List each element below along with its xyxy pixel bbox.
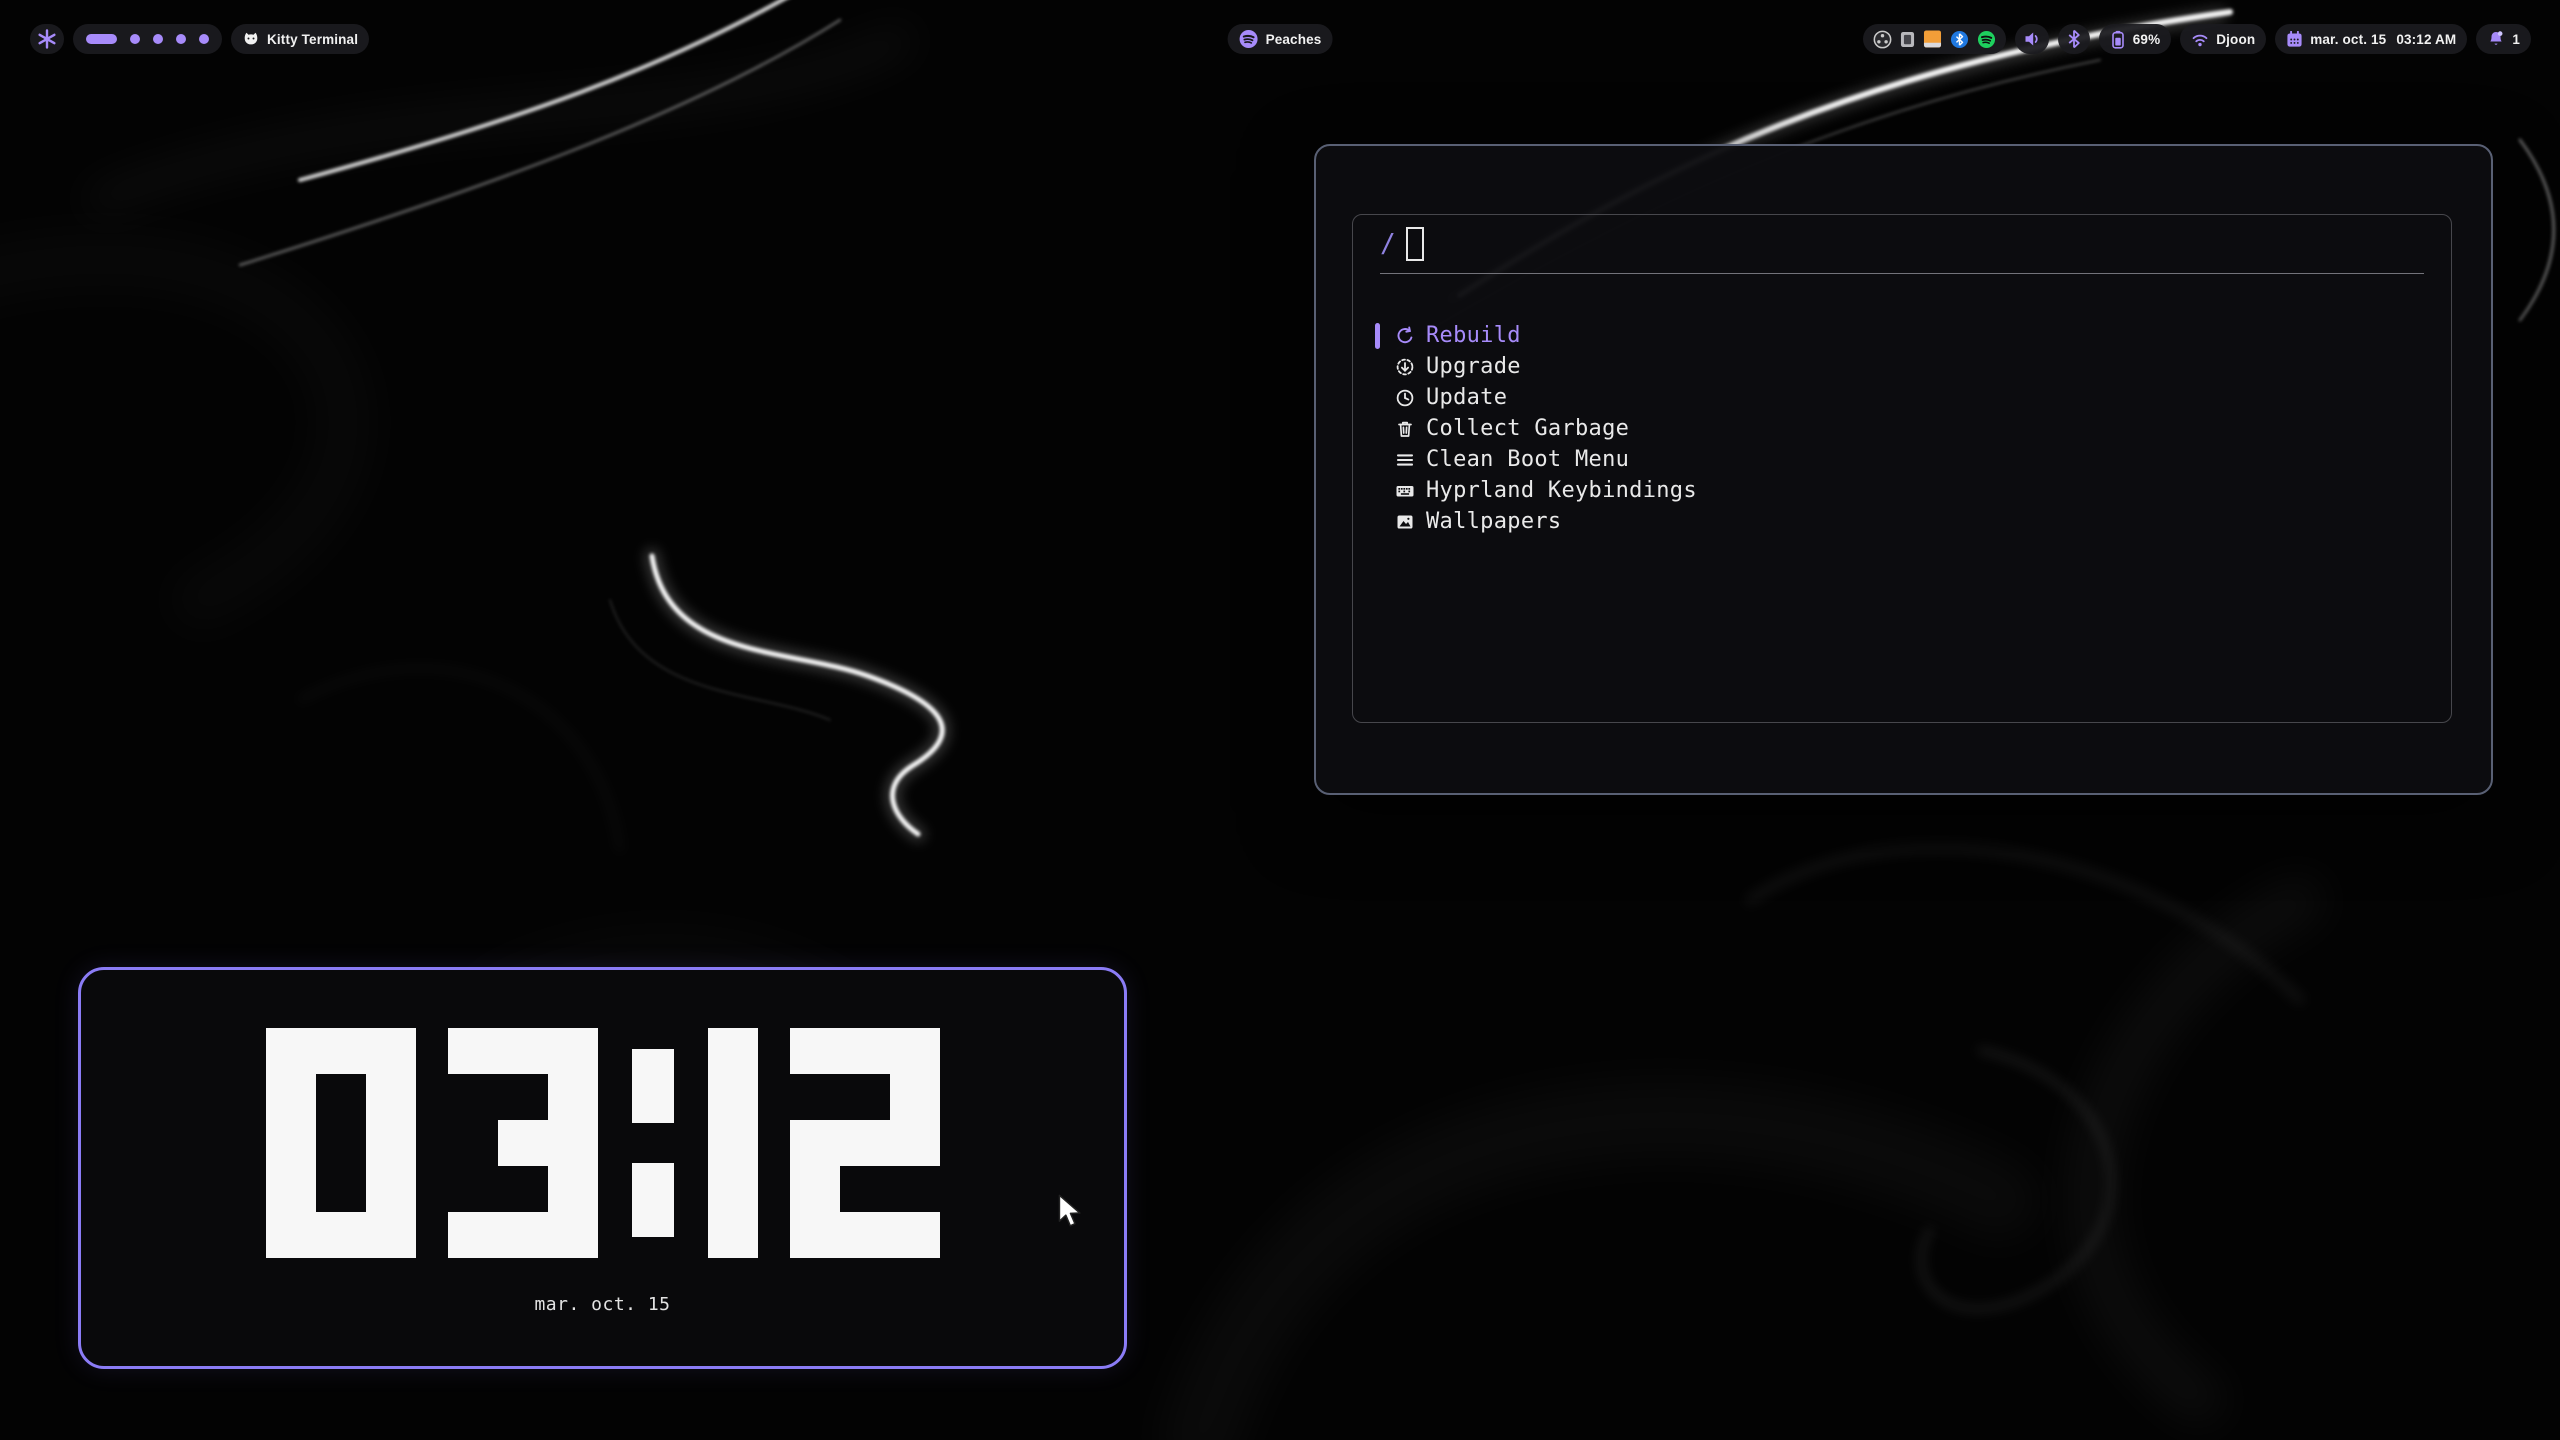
- workspaces[interactable]: [73, 24, 222, 54]
- vault-tray-icon[interactable]: [1900, 31, 1915, 48]
- text-cursor: [1406, 227, 1424, 261]
- battery-pill[interactable]: 69%: [2099, 24, 2171, 54]
- clock-widget: mar. oct. 15: [78, 967, 1127, 1369]
- speaker-icon: [2022, 29, 2042, 49]
- menu-item-collect-garbage[interactable]: Collect Garbage: [1375, 413, 2451, 444]
- media-title: Peaches: [1266, 32, 1322, 47]
- desktop: Kitty Terminal Peaches: [0, 0, 2560, 1440]
- workspace-dot[interactable]: [199, 34, 209, 44]
- rebuild-icon: [1395, 326, 1415, 346]
- volume-pill[interactable]: [2015, 24, 2049, 54]
- menu-item-upgrade[interactable]: Upgrade: [1375, 351, 2451, 382]
- search-separator: [1380, 273, 2424, 274]
- nix-snowflake-icon: [37, 29, 57, 49]
- menu-item-wallpapers[interactable]: Wallpapers: [1375, 506, 2451, 537]
- network-pill[interactable]: Djoon: [2180, 24, 2266, 54]
- reader-tray-icon[interactable]: [1923, 30, 1942, 48]
- search-prompt: /: [1380, 229, 1396, 259]
- battery-level: 69%: [2133, 32, 2160, 47]
- top-bar-right: 69% Djoon mar. oct. 15: [1863, 24, 2531, 54]
- spotify-tray-icon[interactable]: [1977, 30, 1996, 49]
- calendar-icon: [2286, 31, 2303, 48]
- system-tray: [1863, 24, 2006, 54]
- menu-item-label: Hyprland Keybindings: [1426, 478, 1697, 503]
- menu-item-label: Update: [1426, 385, 1507, 410]
- update-icon: [1395, 388, 1415, 408]
- clock-pill[interactable]: mar. oct. 15 03:12 AM: [2275, 24, 2467, 54]
- bell-icon: [2487, 30, 2505, 48]
- search-input[interactable]: /: [1353, 215, 2451, 273]
- menu-item-label: Clean Boot Menu: [1426, 447, 1629, 472]
- wifi-icon: [2191, 31, 2209, 48]
- notifications-pill[interactable]: 1: [2476, 24, 2531, 54]
- cat-icon: [242, 30, 260, 48]
- menu-item-label: Rebuild: [1426, 323, 1521, 348]
- bar-date: mar. oct. 15: [2310, 32, 2386, 47]
- bluetooth-tray-icon[interactable]: [1950, 30, 1969, 49]
- bar-time: 03:12 AM: [2396, 32, 2456, 47]
- menu-item-label: Collect Garbage: [1426, 416, 1629, 441]
- menu-item-update[interactable]: Update: [1375, 382, 2451, 413]
- menu-item-rebuild[interactable]: Rebuild: [1375, 320, 2451, 351]
- image-icon: [1395, 512, 1415, 532]
- trash-icon: [1395, 419, 1415, 439]
- media-pill[interactable]: Peaches: [1228, 24, 1333, 54]
- focused-window-label: Kitty Terminal: [267, 32, 358, 47]
- network-name: Djoon: [2216, 32, 2255, 47]
- selection-indicator: [1375, 323, 1380, 349]
- clock-widget-date: mar. oct. 15: [534, 1294, 670, 1315]
- menu-item-label: Wallpapers: [1426, 509, 1561, 534]
- launcher-box: / Rebuild: [1352, 214, 2452, 723]
- digital-time: [266, 1028, 940, 1258]
- launcher-menu: Rebuild Upgrade: [1353, 320, 2451, 537]
- battery-icon: [2110, 30, 2126, 49]
- list-icon: [1395, 450, 1415, 470]
- spotify-icon: [1239, 29, 1259, 49]
- workspace-active[interactable]: [86, 34, 117, 44]
- menu-item-clean-boot-menu[interactable]: Clean Boot Menu: [1375, 444, 2451, 475]
- workspace-dot[interactable]: [176, 34, 186, 44]
- notification-count: 1: [2512, 32, 2520, 47]
- keyboard-icon: [1395, 481, 1415, 501]
- bluetooth-icon: [2065, 29, 2083, 49]
- focused-window-pill[interactable]: Kitty Terminal: [231, 24, 369, 54]
- menu-item-label: Upgrade: [1426, 354, 1521, 379]
- top-bar-left: Kitty Terminal: [30, 24, 369, 54]
- launcher-button[interactable]: [30, 24, 64, 54]
- menu-item-hyprland-keybindings[interactable]: Hyprland Keybindings: [1375, 475, 2451, 506]
- launcher-panel: / Rebuild: [1314, 144, 2493, 795]
- top-bar-center: Peaches: [1228, 24, 1333, 54]
- workspace-dot[interactable]: [153, 34, 163, 44]
- mouse-cursor: [1058, 1194, 1084, 1228]
- recorder-tray-icon[interactable]: [1873, 30, 1892, 49]
- upgrade-icon: [1395, 357, 1415, 377]
- workspace-dot[interactable]: [130, 34, 140, 44]
- bluetooth-pill[interactable]: [2058, 24, 2090, 54]
